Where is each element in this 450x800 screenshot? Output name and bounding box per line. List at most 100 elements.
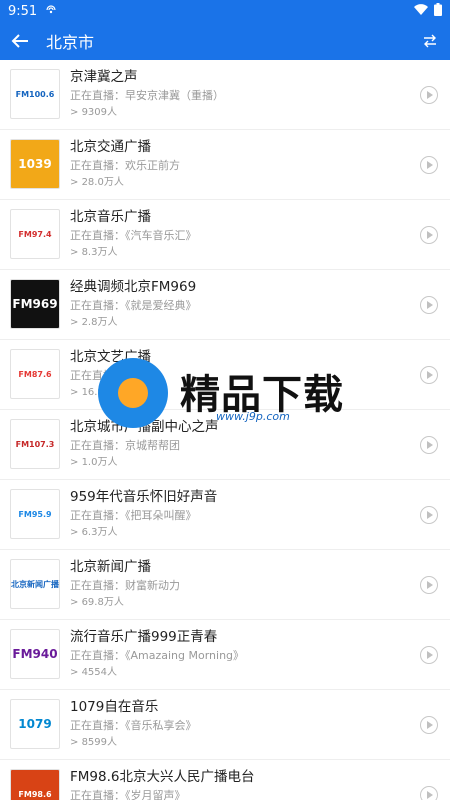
- switch-button[interactable]: [410, 22, 450, 60]
- station-logo: FM87.6: [10, 349, 60, 399]
- listener-count-value: 8.3万人: [81, 247, 118, 258]
- play-button[interactable]: [420, 646, 438, 664]
- play-button[interactable]: [420, 436, 438, 454]
- play-button[interactable]: [420, 576, 438, 594]
- station-now-playing: 正在直播：《把耳朵叫醒》: [70, 509, 197, 522]
- station-row[interactable]: FM100.6 京津冀之声 正在直播：早安京津冀（重播） > 9309人: [0, 60, 450, 130]
- station-name: 北京城市广播副中心之声: [70, 419, 219, 435]
- count-prefix-icon: >: [70, 247, 82, 258]
- station-row[interactable]: FM95.9 959年代音乐怀旧好声音 正在直播：《把耳朵叫醒》 > 6.3万人: [0, 480, 450, 550]
- station-logo-text: FM87.6: [18, 369, 52, 379]
- station-info: 北京城市广播副中心之声 正在直播：京城帮帮团 > 1.0万人: [70, 418, 400, 470]
- station-row[interactable]: FM107.3 北京城市广播副中心之声 正在直播：京城帮帮团 > 1.0万人: [0, 410, 450, 480]
- play-button[interactable]: [420, 506, 438, 524]
- station-name: 北京交通广播: [70, 139, 151, 155]
- station-logo-text: 北京新闻广播: [11, 579, 59, 589]
- station-now-playing: 正在直播：京城帮帮团: [70, 439, 180, 452]
- play-icon: [427, 441, 433, 449]
- station-row[interactable]: FM87.6 北京文艺广播 正在直播：《文艺 > 16.9万人: [0, 340, 450, 410]
- play-icon: [427, 511, 433, 519]
- station-logo: FM98.6: [10, 769, 60, 800]
- station-row[interactable]: 北京新闻广播 北京新闻广播 正在直播：财富新动力 > 69.8万人: [0, 550, 450, 620]
- station-name: 北京文艺广播: [70, 349, 151, 365]
- play-icon: [427, 581, 433, 589]
- status-time: 9:51: [8, 3, 38, 19]
- station-now-playing: 正在直播：《Amazaing Morning》: [70, 649, 245, 662]
- play-button[interactable]: [420, 296, 438, 314]
- station-logo: FM969: [10, 279, 60, 329]
- station-logo: FM940: [10, 629, 60, 679]
- arrow-left-icon: [11, 34, 28, 48]
- listener-count: > 6.3万人: [70, 526, 400, 540]
- station-name: 959年代音乐怀旧好声音: [70, 489, 218, 505]
- station-logo: FM95.9: [10, 489, 60, 539]
- listener-count-value: 6.3万人: [81, 527, 118, 538]
- station-row[interactable]: FM98.6 FM98.6北京大兴人民广播电台正在直播：《岁月留声》>: [0, 760, 450, 800]
- listener-count: > 1.0万人: [70, 456, 400, 470]
- listener-count: > 16.9万人: [70, 386, 400, 400]
- station-now-playing: 正在直播：《汽车音乐汇》: [70, 229, 197, 242]
- station-logo-text: FM940: [12, 647, 58, 661]
- listener-count: > 69.8万人: [70, 596, 400, 610]
- station-info: 北京交通广播正在直播：欢乐正前方 > 28.0万人: [70, 138, 400, 190]
- station-list: FM100.6 京津冀之声 正在直播：早安京津冀（重播） > 9309人 1039 北京交…: [0, 60, 450, 800]
- station-row[interactable]: 1079 1079自在音乐正在直播：《音乐私享会》 > 8599人: [0, 690, 450, 760]
- play-icon: [427, 91, 433, 99]
- station-info: 北京文艺广播 正在直播：《文艺 > 16.9万人: [70, 348, 400, 400]
- station-now-playing: 正在直播：欢乐正前方: [70, 159, 180, 172]
- count-prefix-icon: >: [70, 737, 82, 748]
- listener-count-value: 16.9万人: [81, 387, 124, 398]
- station-now-playing: 正在直播：《文艺: [70, 369, 153, 382]
- count-prefix-icon: >: [70, 597, 82, 608]
- notification-icon: [45, 4, 57, 19]
- station-row[interactable]: FM940 流行音乐广播999正青春正在直播：《Amazaing Morning》…: [0, 620, 450, 690]
- play-button[interactable]: [420, 366, 438, 384]
- play-button[interactable]: [420, 86, 438, 104]
- play-icon: [427, 721, 433, 729]
- station-now-playing: 正在直播：财富新动力: [70, 579, 180, 592]
- station-info: 北京新闻广播 正在直播：财富新动力 > 69.8万人: [70, 558, 400, 610]
- station-name: 1079自在音乐: [70, 699, 159, 715]
- play-button[interactable]: [420, 156, 438, 174]
- back-button[interactable]: [0, 22, 40, 60]
- station-logo-text: FM969: [12, 297, 58, 311]
- station-logo-text: FM97.4: [18, 229, 52, 239]
- station-name: 京津冀之声: [70, 69, 138, 85]
- station-info: FM98.6北京大兴人民广播电台正在直播：《岁月留声》>: [70, 768, 400, 800]
- listener-count: > 28.0万人: [70, 176, 400, 190]
- count-prefix-icon: >: [70, 317, 82, 328]
- listener-count: > 2.8万人: [70, 316, 400, 330]
- station-logo: 北京新闻广播: [10, 559, 60, 609]
- station-logo-text: FM95.9: [18, 509, 52, 519]
- play-icon: [427, 791, 433, 799]
- station-row[interactable]: FM97.4 北京音乐广播 正在直播：《汽车音乐汇》 > 8.3万人: [0, 200, 450, 270]
- station-logo: FM100.6: [10, 69, 60, 119]
- station-logo-text: 1079: [18, 717, 52, 731]
- play-icon: [427, 231, 433, 239]
- station-row[interactable]: FM969 经典调频北京FM969 正在直播：《就是爱经典》 > 2.8万人: [0, 270, 450, 340]
- station-logo-text: 1039: [18, 157, 52, 171]
- play-button[interactable]: [420, 716, 438, 734]
- listener-count-value: 2.8万人: [81, 317, 118, 328]
- count-prefix-icon: >: [70, 667, 82, 678]
- station-info: 经典调频北京FM969 正在直播：《就是爱经典》 > 2.8万人: [70, 278, 400, 330]
- status-bar: 9:51: [0, 0, 450, 22]
- page-title: 北京市: [46, 33, 95, 52]
- station-row[interactable]: 1039 北京交通广播正在直播：欢乐正前方 > 28.0万人: [0, 130, 450, 200]
- station-now-playing: 正在直播：早安京津冀（重播）: [70, 89, 224, 102]
- station-now-playing: 正在直播：《音乐私享会》: [70, 719, 197, 732]
- play-button[interactable]: [420, 226, 438, 244]
- battery-icon: [434, 2, 442, 20]
- station-logo-text: FM100.6: [15, 89, 55, 99]
- play-icon: [427, 651, 433, 659]
- station-logo-text: FM98.6: [18, 789, 52, 799]
- station-name: 流行音乐广播999正青春: [70, 629, 218, 645]
- station-logo: FM97.4: [10, 209, 60, 259]
- listener-count-value: 28.0万人: [81, 177, 124, 188]
- app-toolbar: 北京市: [0, 22, 450, 60]
- station-info: 京津冀之声 正在直播：早安京津冀（重播） > 9309人: [70, 68, 400, 120]
- listener-count-value: 8599人: [81, 737, 118, 748]
- play-button[interactable]: [420, 786, 438, 800]
- count-prefix-icon: >: [70, 457, 82, 468]
- listener-count-value: 4554人: [81, 667, 118, 678]
